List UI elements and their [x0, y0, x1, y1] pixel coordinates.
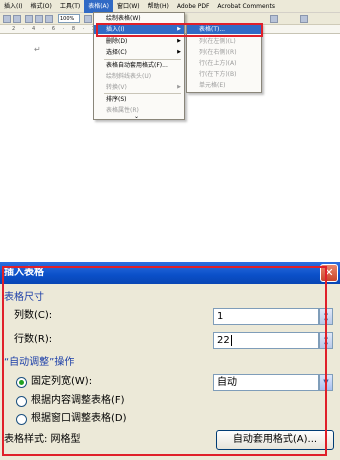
- menu-format[interactable]: 格式(O): [26, 0, 55, 13]
- menu-item-sort[interactable]: 排序(S): [94, 95, 184, 104]
- menu-tools[interactable]: 工具(T): [56, 0, 84, 13]
- menu-item-draw-table[interactable]: 绘制表格(W): [94, 14, 184, 23]
- menu-item-convert-label: 转换(V): [106, 84, 127, 91]
- menu-item-delete-label: 删除(D): [106, 38, 128, 45]
- submenu-item-col-right: 列(在右侧)(R): [199, 49, 237, 56]
- menu-item-delete[interactable]: 删除(D) ▶: [94, 37, 184, 46]
- submenu-arrow-icon: ▶: [177, 38, 181, 44]
- submenu-arrow-icon: ▶: [177, 84, 181, 90]
- menu-item-autoformat[interactable]: 表格自动套用格式(F)...: [94, 61, 184, 70]
- menu-acrobat-comments[interactable]: Acrobat Comments: [213, 0, 279, 13]
- menu-item-convert: 转换(V) ▶: [94, 83, 184, 92]
- help-icon[interactable]: [84, 15, 92, 23]
- expand-menu-icon[interactable]: ⌄: [134, 113, 139, 120]
- submenu-item-row-below: 行(在下方)(B): [199, 71, 237, 78]
- columns-icon[interactable]: [35, 15, 43, 23]
- font-icon[interactable]: [300, 15, 308, 23]
- menu-insert[interactable]: 插入(I): [0, 0, 26, 13]
- menu-item-select-label: 选择(C): [106, 49, 127, 56]
- menu-item-select[interactable]: 选择(C) ▶: [94, 48, 184, 57]
- menu-item-diagonal-header: 绘制斜线表头(U): [106, 73, 152, 80]
- highlight-box: [96, 23, 263, 37]
- submenu-arrow-icon: ▶: [177, 49, 181, 55]
- undo-icon[interactable]: [3, 15, 11, 23]
- menu-separator: [104, 93, 181, 94]
- menu-separator: [104, 59, 181, 60]
- submenu-item-cell: 单元格(E): [199, 82, 226, 89]
- submenu-item-row-above: 行(在上方)(A): [199, 60, 237, 67]
- table-icon[interactable]: [25, 15, 33, 23]
- zoom-select[interactable]: 100%: [58, 14, 80, 23]
- ruler-ticks: 2 · 4 · 6 · 8 · 10: [12, 26, 105, 32]
- paragraph-mark-icon: ↵: [34, 45, 41, 54]
- highlight-box: [2, 266, 327, 456]
- style-icon[interactable]: [270, 15, 278, 23]
- submenu-item-col-left: 列(在左侧)(L): [199, 38, 236, 45]
- drawing-icon[interactable]: [45, 15, 53, 23]
- redo-icon[interactable]: [13, 15, 21, 23]
